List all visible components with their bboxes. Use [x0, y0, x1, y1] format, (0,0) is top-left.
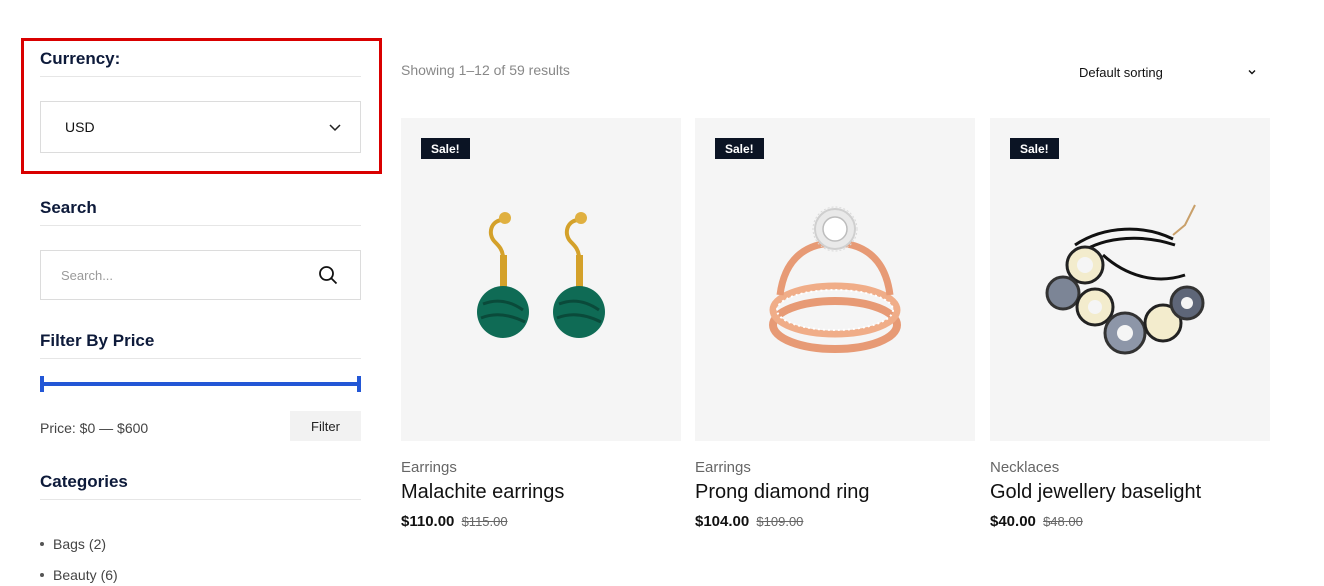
- result-count: Showing 1–12 of 59 results: [401, 62, 570, 78]
- category-count: (2): [88, 535, 107, 552]
- price-max-handle[interactable]: [357, 376, 361, 392]
- currency-widget: Currency: USD: [40, 49, 361, 153]
- category-count: (6): [100, 566, 118, 583]
- price-range-slider[interactable]: [40, 376, 361, 392]
- product-category[interactable]: Necklaces: [990, 459, 1270, 476]
- price-min-handle[interactable]: [40, 376, 44, 392]
- sale-badge: Sale!: [421, 138, 470, 159]
- product-name[interactable]: Prong diamond ring: [695, 481, 975, 504]
- price-filter-title: Filter By Price: [40, 331, 361, 359]
- sorting-value: Default sorting: [1079, 64, 1163, 80]
- search-input[interactable]: [61, 267, 281, 283]
- sale-badge: Sale!: [715, 138, 764, 159]
- product-card: Sale! Earrings Prong diamond ring $104.0…: [695, 118, 975, 530]
- diamond-ring-image: [769, 206, 901, 353]
- price-filter-widget: Filter By Price Price: $0 — $600 Filter: [40, 331, 361, 441]
- product-price: $110.00: [401, 513, 455, 530]
- price-range-track: [42, 382, 359, 386]
- product-card: Sale! Necklaces Gold jewellery baselight…: [990, 118, 1270, 530]
- search-box: [40, 250, 361, 300]
- categories-title: Categories: [40, 472, 361, 500]
- product-price: $40.00: [990, 513, 1036, 530]
- bullet-icon: [40, 572, 44, 577]
- product-category[interactable]: Earrings: [401, 459, 681, 476]
- sale-badge: Sale!: [1010, 138, 1059, 159]
- category-list: Bags (2) Beauty (6): [40, 528, 118, 586]
- search-widget: Search: [40, 198, 361, 300]
- product-old-price: $48.00: [1043, 514, 1083, 529]
- categories-widget: Categories Bags (2) Beauty (6): [40, 472, 361, 583]
- product-old-price: $115.00: [461, 514, 508, 529]
- currency-value: USD: [65, 119, 95, 135]
- product-category[interactable]: Earrings: [695, 459, 975, 476]
- category-item: Beauty (6): [40, 559, 118, 586]
- product-name[interactable]: Malachite earrings: [401, 481, 681, 504]
- product-thumbnail[interactable]: Sale!: [695, 118, 975, 441]
- product-thumbnail[interactable]: Sale!: [401, 118, 681, 441]
- product-prices: $104.00 $109.00: [695, 513, 975, 530]
- bracelet-image: [1045, 204, 1205, 354]
- price-range-label: Price: $0 — $600: [40, 420, 149, 436]
- chevron-down-icon: [1247, 67, 1257, 77]
- product-prices: $110.00 $115.00: [401, 513, 681, 530]
- product-price: $104.00: [695, 513, 750, 530]
- category-item: Bags (2): [40, 528, 118, 559]
- product-thumbnail[interactable]: Sale!: [990, 118, 1270, 441]
- product-old-price: $109.00: [756, 514, 804, 529]
- shop-page: Currency: USD Search Filter By Price: [0, 0, 1324, 586]
- product-name[interactable]: Gold jewellery baselight: [990, 481, 1270, 504]
- category-link-bags[interactable]: Bags: [53, 536, 85, 552]
- search-title: Search: [40, 198, 361, 226]
- currency-select[interactable]: USD: [40, 101, 361, 153]
- currency-title: Currency:: [40, 49, 361, 77]
- search-icon[interactable]: [318, 265, 338, 285]
- malachite-earrings-image: [477, 211, 605, 338]
- chevron-down-icon: [328, 120, 342, 134]
- bullet-icon: [40, 541, 44, 546]
- filter-button[interactable]: Filter: [290, 411, 361, 441]
- sorting-select[interactable]: Default sorting: [1079, 62, 1257, 82]
- category-link-beauty[interactable]: Beauty: [53, 567, 97, 583]
- product-card: Sale! Earrings Malachite earrings $110.0…: [401, 118, 681, 530]
- product-prices: $40.00 $48.00: [990, 513, 1270, 530]
